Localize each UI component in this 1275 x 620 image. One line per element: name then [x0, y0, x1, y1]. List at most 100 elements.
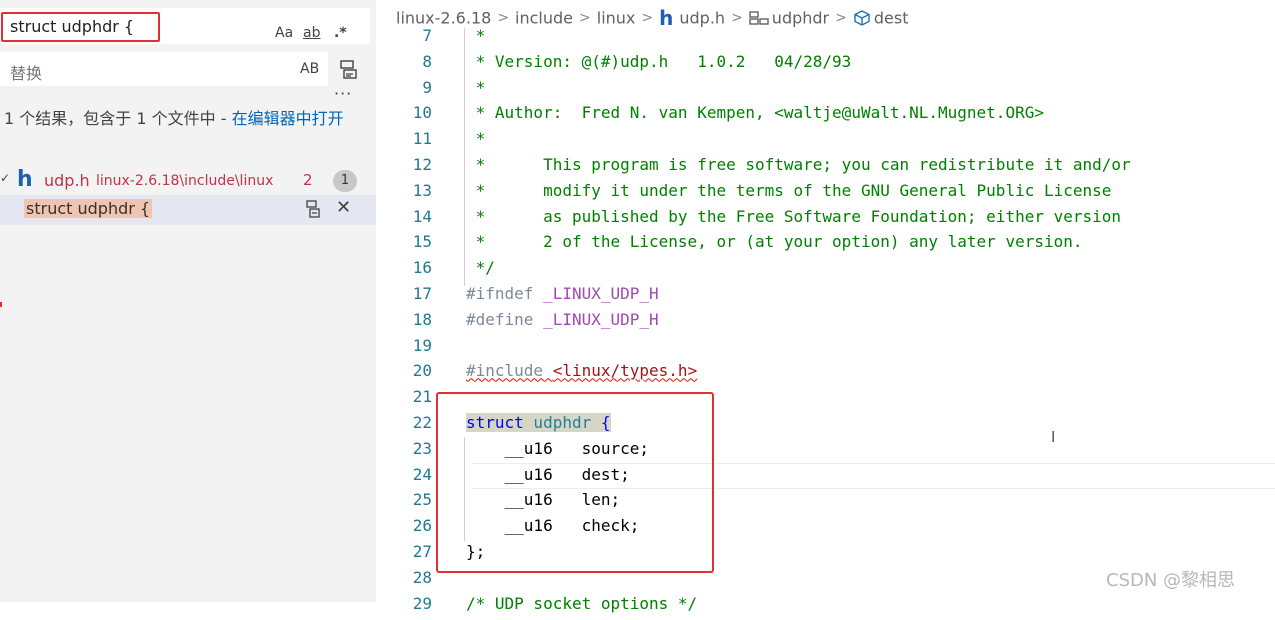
breadcrumb-item-file[interactable]: udp.h [679, 9, 725, 28]
result-summary: 1 个结果，包含于 1 个文件中 - 在编辑器中打开 [4, 106, 349, 131]
code-token: * [466, 26, 486, 45]
code-line-text: * [466, 26, 486, 45]
line-number: 15 [412, 232, 432, 252]
code-token: * Version: @(#)udp.h 1.0.2 04/28/93 [466, 51, 852, 71]
edge-marker [0, 302, 2, 307]
code-line[interactable]: 11 * [376, 129, 1275, 155]
breadcrumb-separator: > [579, 10, 591, 26]
code-line-text: * Version: @(#)udp.h 1.0.2 04/28/93 [466, 51, 852, 71]
line-number: 21 [412, 387, 432, 407]
code-line[interactable]: 8 * Version: @(#)udp.h 1.0.2 04/28/93 [376, 52, 1275, 78]
match-count-badge: 1 [333, 170, 357, 192]
line-number: 9 [422, 77, 432, 97]
code-line[interactable]: 15 * 2 of the License, or (at your optio… [376, 232, 1275, 258]
more-options-icon[interactable]: ··· [334, 84, 352, 103]
result-count-text: 1 个结果，包含于 1 个文件中 - [4, 109, 232, 128]
code-line[interactable]: 20 #include <linux/types.h> [376, 361, 1275, 387]
result-file-problems: 2 [303, 171, 313, 189]
line-number: 8 [422, 51, 432, 71]
code-line-text: * [466, 77, 486, 97]
code-line[interactable]: 10 * Author: Fred N. van Kempen, <waltje… [376, 103, 1275, 129]
breadcrumb-item-field[interactable]: dest [874, 9, 909, 28]
struct-icon [749, 11, 769, 25]
breadcrumb-item-linux[interactable]: linux [597, 9, 636, 28]
code-line-text: * modify it under the terms of the GNU G… [466, 180, 1112, 200]
line-number: 17 [412, 284, 432, 303]
match-case-toggle[interactable]: Aa [275, 25, 293, 41]
search-input-annotation-box [1, 12, 160, 42]
open-in-editor-link[interactable]: 在编辑器中打开 [232, 109, 344, 128]
code-line-text: */ [466, 258, 495, 277]
text-cursor-icon: I [1051, 428, 1056, 446]
code-line[interactable]: 19 [376, 336, 1275, 362]
code-line-text: /* UDP socket options */ [466, 594, 697, 613]
line-number: 24 [412, 464, 432, 484]
code-token: * Author: Fred N. van Kempen, <waltje@uW… [466, 103, 1044, 123]
code-token: #ifndef [466, 284, 544, 303]
line-number: 13 [412, 180, 432, 200]
replace-all-icon[interactable] [338, 58, 358, 80]
replace-match-icon[interactable] [305, 199, 321, 219]
breadcrumb-separator: > [835, 10, 847, 26]
code-editor[interactable]: linux-2.6.18 > include > linux > h udp.h > udphdr… [376, 0, 1275, 613]
code-line[interactable]: 9 * [376, 78, 1275, 104]
code-line[interactable]: 17 #ifndef _LINUX_UDP_H [376, 284, 1275, 310]
breadcrumb-item-root[interactable]: linux-2.6.18 [396, 9, 491, 28]
result-match-text: struct udphdr { [24, 199, 153, 218]
breadcrumb-item-struct[interactable]: udphdr [772, 9, 829, 28]
result-file-path: linux-2.6.18\include\linux [96, 173, 274, 189]
code-token: * 2 of the License, or (at your option) … [466, 232, 1083, 252]
line-number: 14 [412, 206, 432, 226]
code-token: _LINUX_UDP_H [543, 284, 659, 303]
field-icon [854, 10, 870, 26]
code-line-text: * This program is free software; you can… [466, 155, 1131, 174]
watermark: CSDN @黎相思 [1106, 570, 1236, 591]
code-line-text: * [466, 129, 486, 149]
code-line-text: * Author: Fred N. van Kempen, <waltje@uW… [466, 103, 1044, 122]
code-line-text: * 2 of the License, or (at your option) … [466, 232, 1083, 251]
line-number: 26 [412, 516, 432, 536]
code-line-text: #include <linux/types.h> [466, 361, 697, 380]
line-number: 28 [412, 567, 432, 587]
line-number: 18 [412, 309, 432, 329]
c-header-file-icon: h [17, 167, 33, 192]
code-token: /* UDP socket options */ [466, 593, 698, 613]
replace-input[interactable]: 替换 AB [0, 52, 328, 86]
code-token: * modify it under the terms of the GNU G… [466, 180, 1112, 200]
code-line-text: #ifndef _LINUX_UDP_H [466, 284, 659, 303]
line-number: 25 [412, 490, 432, 510]
code-line[interactable]: 18 #define _LINUX_UDP_H [376, 310, 1275, 336]
line-number: 22 [412, 413, 432, 432]
code-line[interactable]: 7 * [376, 26, 1275, 52]
chevron-down-icon[interactable]: ✓ [0, 171, 10, 185]
result-match-row[interactable]: struct udphdr { ✕ [0, 195, 376, 225]
code-token: * This program is free software; you can… [466, 155, 1131, 174]
breadcrumb-separator: > [731, 10, 743, 26]
code-line[interactable]: 12 * This program is free software; you … [376, 155, 1275, 181]
line-number: 29 [412, 593, 432, 613]
breadcrumb-separator: > [497, 10, 510, 26]
code-token: * as published by the Free Software Foun… [466, 206, 1122, 226]
code-token: #include [466, 361, 553, 381]
dismiss-match-icon[interactable]: ✕ [336, 197, 351, 218]
code-line[interactable]: 16 */ [376, 258, 1275, 284]
line-number: 12 [412, 155, 432, 174]
code-token: <linux/types.h> [552, 361, 698, 381]
code-token: * [466, 129, 486, 149]
line-number: 16 [412, 258, 432, 278]
breadcrumb-item-include[interactable]: include [515, 9, 573, 28]
line-number: 27 [412, 542, 432, 561]
result-file-name: udp.h [44, 171, 90, 190]
code-line[interactable]: 29 /* UDP socket options */ [376, 594, 1275, 620]
code-line[interactable]: 14 * as published by the Free Software F… [376, 207, 1275, 233]
code-token: * [466, 77, 486, 97]
result-file-row[interactable]: ✓ h udp.h linux-2.6.18\include\linux 2 1 [0, 167, 376, 194]
regex-toggle[interactable]: .* [334, 25, 347, 41]
line-number: 11 [412, 129, 432, 149]
code-line[interactable]: 13 * modify it under the terms of the GN… [376, 181, 1275, 207]
whole-word-toggle[interactable]: ab [303, 25, 320, 41]
search-sidebar: struct udphdr { Aa ab .* 替换 AB ··· 1 个结果… [0, 0, 376, 602]
code-line-text: * as published by the Free Software Foun… [466, 207, 1121, 226]
preserve-case-toggle[interactable]: AB [300, 61, 319, 77]
code-token: #define [466, 309, 544, 329]
